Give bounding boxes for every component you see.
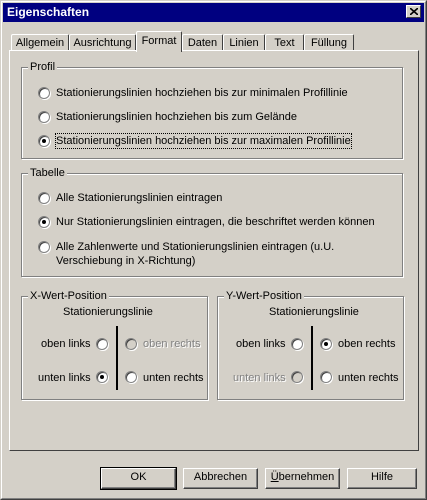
x-position-divider xyxy=(116,326,118,390)
tab-allgemein[interactable]: Allgemein xyxy=(11,34,69,51)
ok-button[interactable]: OK xyxy=(100,467,177,490)
y-unten-rechts-radio[interactable] xyxy=(320,371,332,383)
y-oben-rechts-radio[interactable] xyxy=(320,338,332,350)
close-icon xyxy=(410,8,418,15)
profil-option-min[interactable]: Stationierungslinien hochziehen bis zur … xyxy=(38,86,348,100)
x-position-subtitle: Stationierungslinie xyxy=(63,306,153,318)
label-line-2: Verschiebung in X-Richtung) xyxy=(56,255,196,267)
apply-accelerator: Ü xyxy=(270,471,279,483)
apply-label-rest: bernehmen xyxy=(278,471,335,483)
tabelle-option-zahlenwerte[interactable]: Alle Zahlenwerte und Stationierungslinie… xyxy=(38,240,334,268)
tabelle-option-alle[interactable]: Alle Stationierungslinien eintragen xyxy=(38,191,222,205)
y-oben-links-radio[interactable] xyxy=(291,338,303,350)
x-unten-links-radio[interactable] xyxy=(96,371,108,383)
radio-button[interactable] xyxy=(38,241,50,253)
profil-option-gelaende[interactable]: Stationierungslinien hochziehen bis zum … xyxy=(38,110,297,124)
x-position-group-label: X-Wert-Position xyxy=(28,289,109,303)
x-unten-links-label: unten links xyxy=(38,372,91,384)
radio-button[interactable] xyxy=(38,111,50,123)
y-position-divider xyxy=(311,326,313,390)
help-button[interactable]: Hilfe xyxy=(347,468,417,489)
y-position-subtitle: Stationierungslinie xyxy=(269,306,359,318)
profil-option-max-label: Stationierungslinien hochziehen bis zur … xyxy=(55,133,352,149)
y-unten-links-label: unten links xyxy=(233,372,286,384)
tabelle-group-label: Tabelle xyxy=(28,166,67,180)
y-unten-links-radio xyxy=(291,371,303,383)
radio-button-checked[interactable] xyxy=(38,135,50,147)
x-oben-links-radio[interactable] xyxy=(96,338,108,350)
x-oben-rechts-label: oben rechts xyxy=(143,338,201,350)
apply-button[interactable]: Übernehmen xyxy=(265,468,340,489)
tab-ausrichtung[interactable]: Ausrichtung xyxy=(69,34,136,51)
tabelle-option-alle-label: Alle Stationierungslinien eintragen xyxy=(56,192,223,204)
tab-fuellung[interactable]: Füllung xyxy=(304,34,354,51)
y-unten-rechts-label: unten rechts xyxy=(338,372,399,384)
x-unten-rechts-label: unten rechts xyxy=(143,372,204,384)
tab-format[interactable]: Format xyxy=(136,31,182,52)
tabelle-option-beschriftet-label: Nur Stationierungslinien eintragen, die … xyxy=(56,216,375,228)
profil-option-min-label: Stationierungslinien hochziehen bis zur … xyxy=(56,87,348,99)
y-oben-rechts-label: oben rechts xyxy=(338,338,396,350)
y-position-group-label: Y-Wert-Position xyxy=(224,289,304,303)
x-unten-rechts-radio[interactable] xyxy=(125,371,137,383)
profil-option-max[interactable]: Stationierungslinien hochziehen bis zur … xyxy=(38,133,352,149)
window-title: Eigenschaften xyxy=(7,5,90,19)
tab-daten[interactable]: Daten xyxy=(182,34,223,51)
radio-button[interactable] xyxy=(38,87,50,99)
tabelle-option-zahlenwerte-label: Alle Zahlenwerte und Stationierungslinie… xyxy=(56,240,334,268)
profil-group-label: Profil xyxy=(28,60,58,74)
cancel-button[interactable]: Abbrechen xyxy=(183,468,258,489)
radio-button[interactable] xyxy=(38,192,50,204)
x-oben-rechts-radio xyxy=(125,338,137,350)
label-line-1: Alle Zahlenwerte und Stationierungslinie… xyxy=(56,241,335,253)
y-oben-links-label: oben links xyxy=(236,338,286,350)
close-button[interactable] xyxy=(406,5,421,18)
properties-dialog: Eigenschaften Allgemein Ausrichtung Form… xyxy=(0,0,427,500)
x-oben-links-label: oben links xyxy=(41,338,91,350)
tab-text[interactable]: Text xyxy=(265,34,304,51)
title-bar[interactable]: Eigenschaften xyxy=(3,3,424,22)
radio-button-checked[interactable] xyxy=(38,216,50,228)
tabelle-option-beschriftet[interactable]: Nur Stationierungslinien eintragen, die … xyxy=(38,215,375,229)
tab-linien[interactable]: Linien xyxy=(223,34,265,51)
profil-option-gelaende-label: Stationierungslinien hochziehen bis zum … xyxy=(56,111,297,123)
